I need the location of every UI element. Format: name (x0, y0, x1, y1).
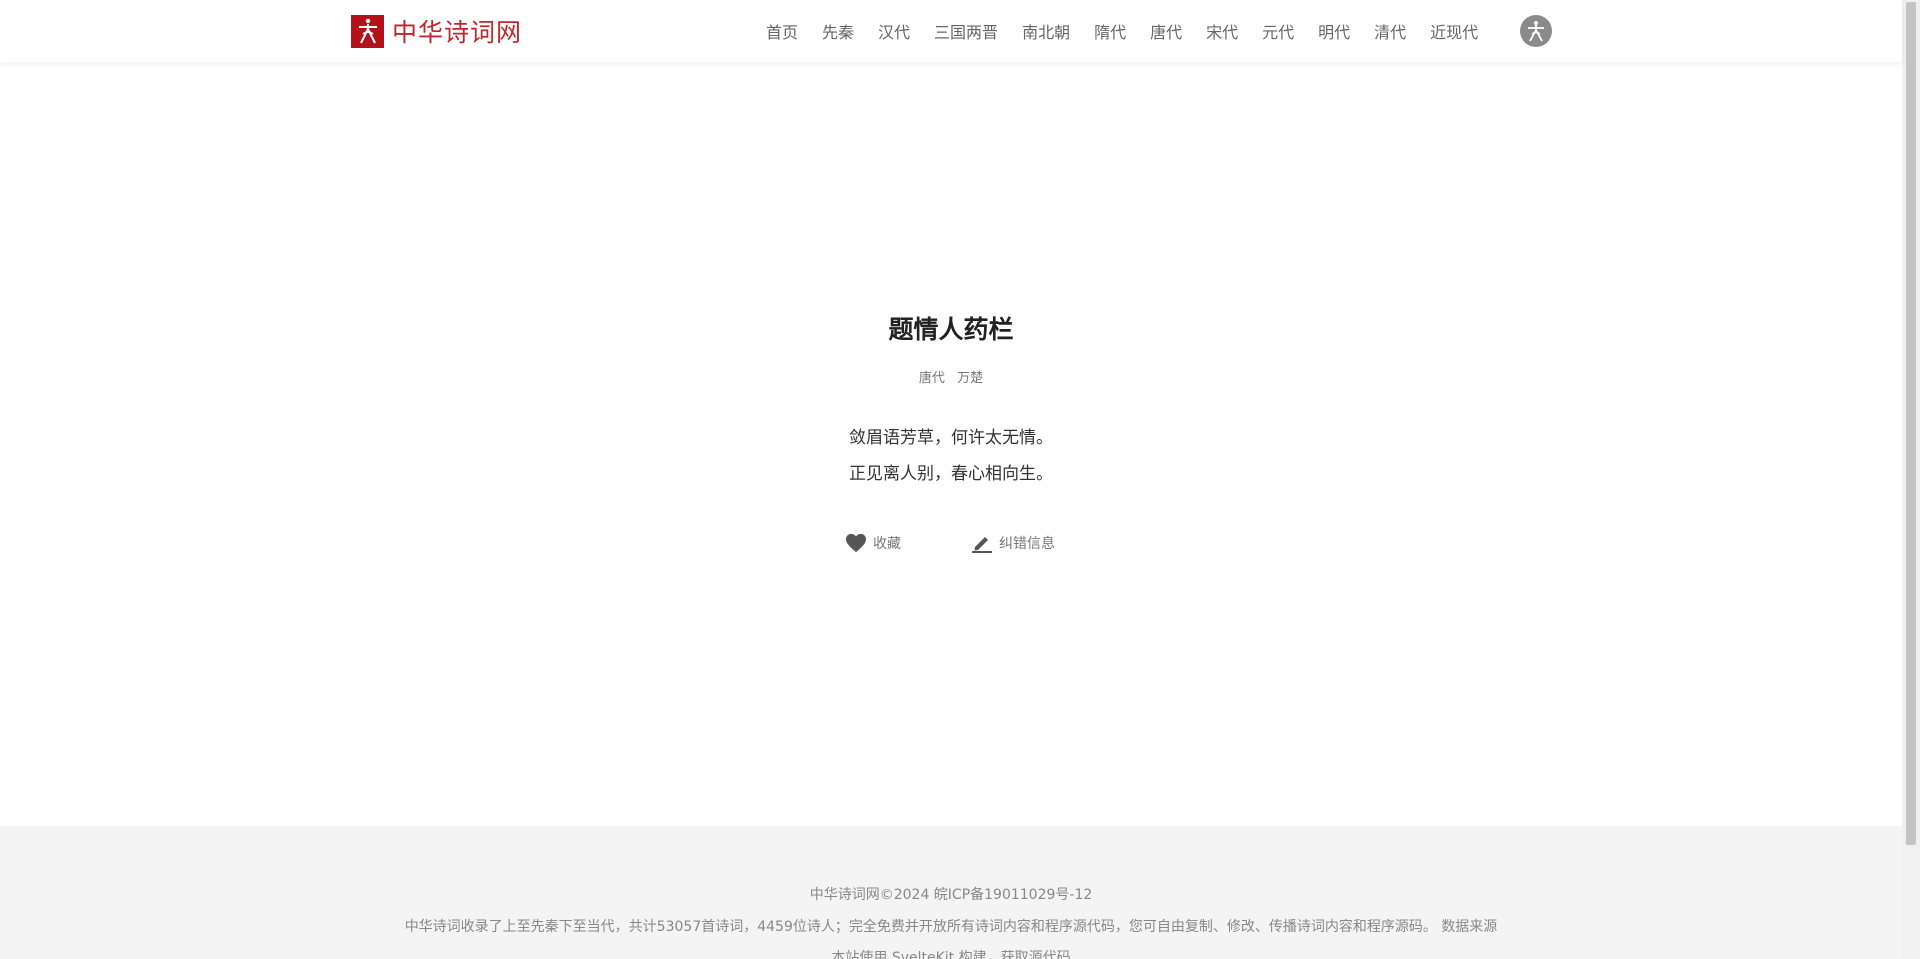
footer-data-source-link[interactable]: 数据来源 (1441, 919, 1497, 935)
nav-item-sanguo-liangjin[interactable]: 三国两晋 (934, 19, 998, 43)
poem-line: 敛眉语芳草，何许太无情。 (849, 428, 1053, 448)
report-error-button[interactable]: 纠错信息 (971, 533, 1055, 553)
site-logo[interactable]: 中华诗词网 (351, 14, 522, 48)
vertical-scrollbar[interactable] (1902, 0, 1920, 959)
nav-item-ming[interactable]: 明代 (1318, 19, 1350, 43)
poem-content: 敛眉语芳草，何许太无情。 正见离人别，春心相向生。 (0, 420, 1902, 492)
nav-item-home[interactable]: 首页 (766, 19, 798, 43)
poem-dynasty[interactable]: 唐代 (919, 371, 945, 386)
scrollbar-thumb[interactable] (1906, 2, 1916, 845)
footer-description: 中华诗词收录了上至先秦下至当代，共计53057首诗词，4459位诗人；完全免费并… (0, 916, 1902, 936)
nav-item-qing[interactable]: 清代 (1374, 19, 1406, 43)
footer-copyright: 中华诗词网©2024 皖ICP备19011029号-12 (809, 887, 1093, 903)
pencil-icon (971, 533, 993, 553)
nav-item-xianqin[interactable]: 先秦 (822, 19, 854, 43)
poem-actions: 收藏 纠错信息 (845, 533, 1055, 553)
nav-item-sui[interactable]: 隋代 (1094, 19, 1126, 43)
poem-meta: 唐代 万楚 (0, 367, 1902, 386)
user-avatar-icon (1528, 21, 1544, 42)
site-footer: 中华诗词网©2024 皖ICP备19011029号-12 中华诗词收录了上至先秦… (0, 826, 1902, 959)
nav-item-tang[interactable]: 唐代 (1150, 19, 1182, 43)
poem-author[interactable]: 万楚 (957, 371, 983, 386)
user-avatar[interactable] (1520, 15, 1552, 47)
logo-text: 中华诗词网 (392, 18, 523, 47)
report-error-label: 纠错信息 (999, 536, 1055, 552)
poem-title: 题情人药栏 (888, 315, 1014, 344)
dynasty-nav: 首页 先秦 汉代 三国两晋 南北朝 隋代 唐代 宋代 元代 明代 清代 近现代 (766, 0, 1478, 62)
poem-line: 正见离人别，春心相向生。 (849, 464, 1053, 484)
nav-item-yuan[interactable]: 元代 (1262, 19, 1294, 43)
nav-item-nanbeichao[interactable]: 南北朝 (1022, 19, 1070, 43)
heart-icon (845, 533, 867, 553)
nav-item-modern[interactable]: 近现代 (1430, 19, 1478, 43)
footer-source-code[interactable]: 本站使用 SvelteKit 构建，获取源代码 (0, 947, 1902, 959)
nav-item-han[interactable]: 汉代 (878, 19, 910, 43)
footer-description-text: 中华诗词收录了上至先秦下至当代，共计53057首诗词，4459位诗人；完全免费并… (404, 919, 1437, 935)
logo-emblem-icon (351, 14, 384, 48)
favorite-label: 收藏 (873, 536, 901, 552)
nav-item-song[interactable]: 宋代 (1206, 19, 1238, 43)
site-header: 中华诗词网 首页 先秦 汉代 三国两晋 南北朝 隋代 唐代 宋代 元代 明代 清… (0, 0, 1902, 62)
favorite-button[interactable]: 收藏 (845, 533, 901, 553)
